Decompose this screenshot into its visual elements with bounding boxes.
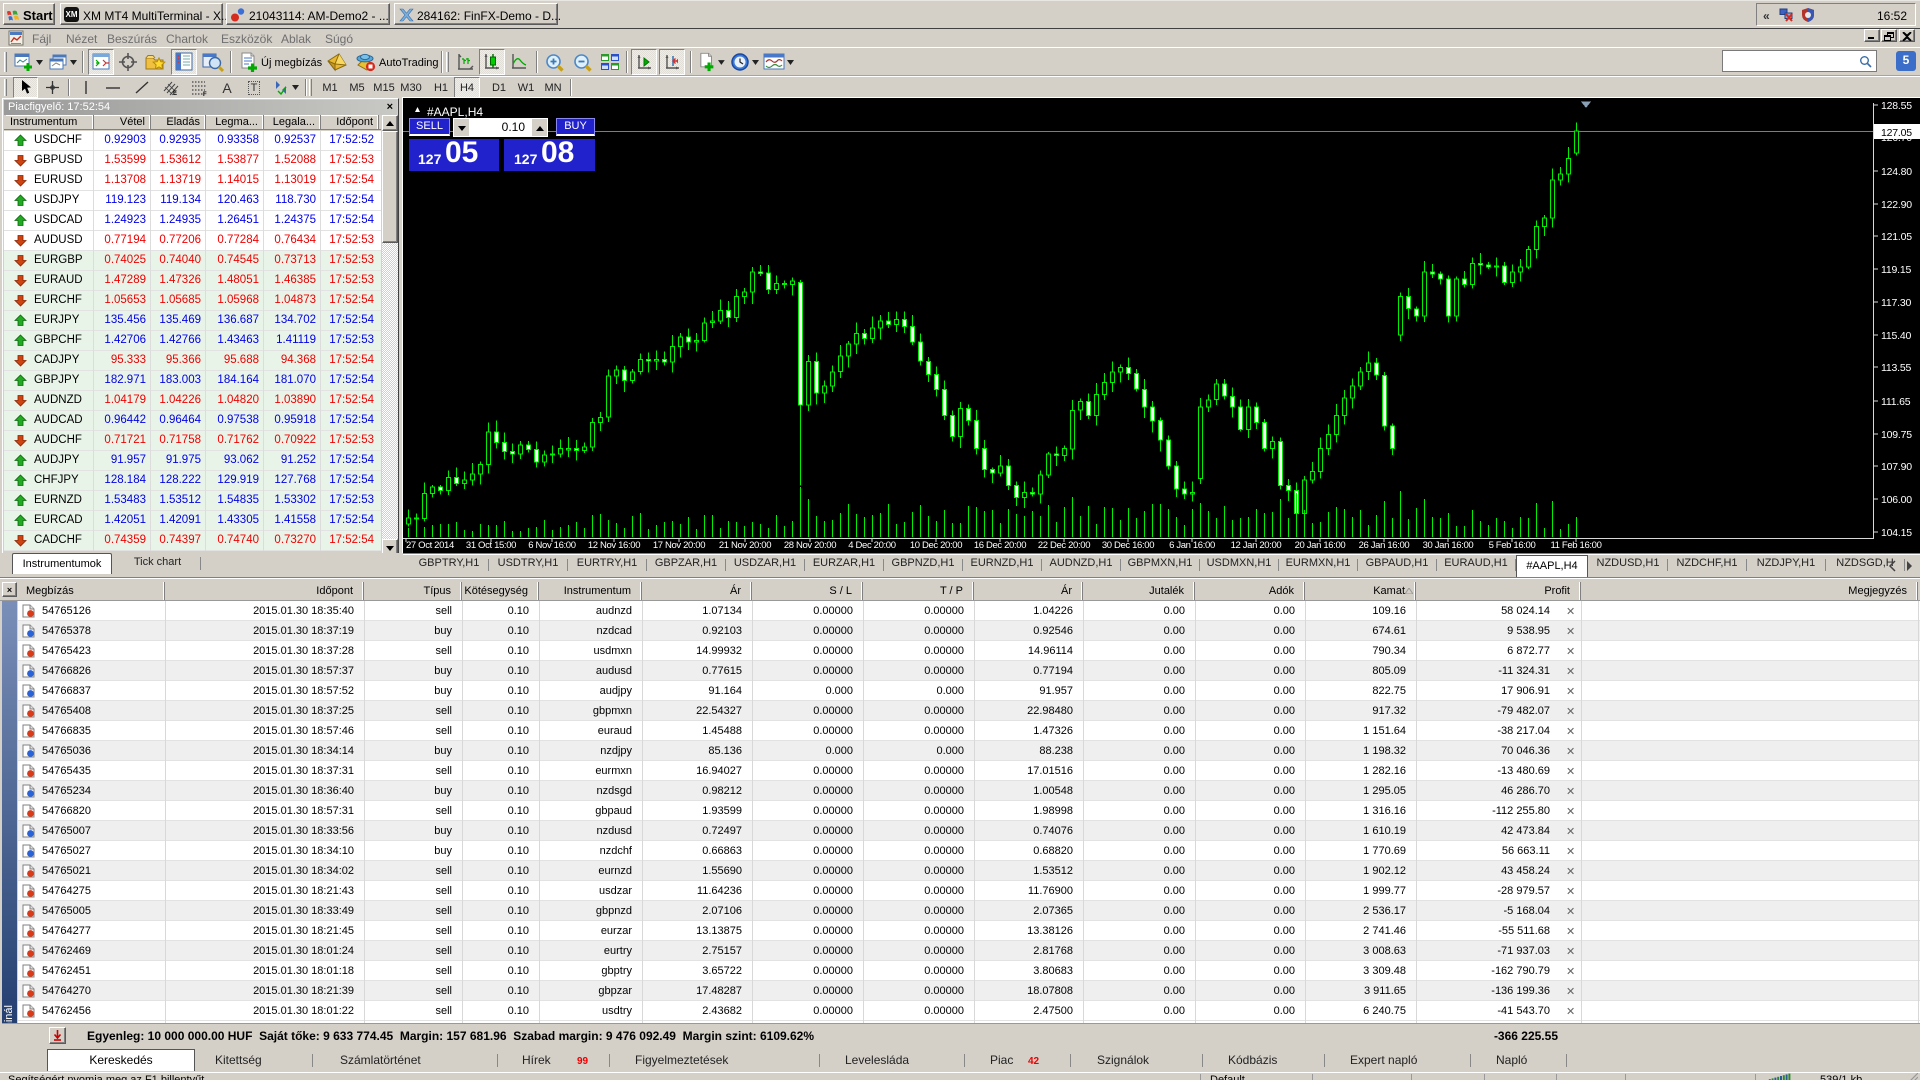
- svg-text:21 Nov 20:00: 21 Nov 20:00: [719, 540, 771, 551]
- svg-text:5 Feb 16:00: 5 Feb 16:00: [1489, 540, 1536, 551]
- svg-text:127.05: 127.05: [1881, 127, 1912, 139]
- svg-text:124.80: 124.80: [1881, 166, 1912, 178]
- svg-text:17 Nov 20:00: 17 Nov 20:00: [653, 540, 705, 551]
- svg-text:122.90: 122.90: [1881, 199, 1912, 211]
- svg-text:16 Dec 20:00: 16 Dec 20:00: [974, 540, 1026, 551]
- svg-text:6 Jan 16:00: 6 Jan 16:00: [1169, 540, 1215, 551]
- svg-text:111.65: 111.65: [1881, 396, 1911, 408]
- svg-text:4 Dec 20:00: 4 Dec 20:00: [848, 540, 895, 551]
- svg-text:107.90: 107.90: [1881, 461, 1912, 473]
- svg-text:104.15: 104.15: [1881, 527, 1912, 539]
- svg-text:10 Dec 20:00: 10 Dec 20:00: [910, 540, 962, 551]
- svg-text:128.55: 128.55: [1881, 100, 1912, 112]
- svg-text:121.05: 121.05: [1881, 231, 1912, 243]
- svg-text:22 Dec 20:00: 22 Dec 20:00: [1038, 540, 1090, 551]
- svg-text:119.15: 119.15: [1881, 264, 1911, 276]
- svg-text:31 Oct 15:00: 31 Oct 15:00: [466, 540, 516, 551]
- svg-text:27 Oct 2014: 27 Oct 2014: [406, 540, 454, 551]
- svg-text:30 Dec 16:00: 30 Dec 16:00: [1102, 540, 1154, 551]
- svg-text:#AAPL,H4: #AAPL,H4: [427, 105, 483, 119]
- svg-text:E: E: [173, 91, 177, 96]
- svg-text:113.55: 113.55: [1881, 362, 1911, 374]
- svg-text:6 Nov 16:00: 6 Nov 16:00: [528, 540, 575, 551]
- svg-text:28 Nov 20:00: 28 Nov 20:00: [784, 540, 836, 551]
- svg-text:30 Jan 16:00: 30 Jan 16:00: [1423, 540, 1474, 551]
- svg-text:117.30: 117.30: [1881, 297, 1911, 309]
- svg-text:26 Jan 16:00: 26 Jan 16:00: [1359, 540, 1410, 551]
- svg-text:20 Jan 16:00: 20 Jan 16:00: [1295, 540, 1346, 551]
- svg-text:109.75: 109.75: [1881, 429, 1912, 441]
- svg-text:12 Nov 16:00: 12 Nov 16:00: [588, 540, 640, 551]
- svg-text:11 Feb 16:00: 11 Feb 16:00: [1550, 540, 1601, 551]
- svg-text:106.00: 106.00: [1881, 494, 1912, 506]
- svg-text:115.40: 115.40: [1881, 330, 1911, 342]
- svg-text:12 Jan 20:00: 12 Jan 20:00: [1231, 540, 1282, 551]
- svg-text:F: F: [203, 92, 207, 96]
